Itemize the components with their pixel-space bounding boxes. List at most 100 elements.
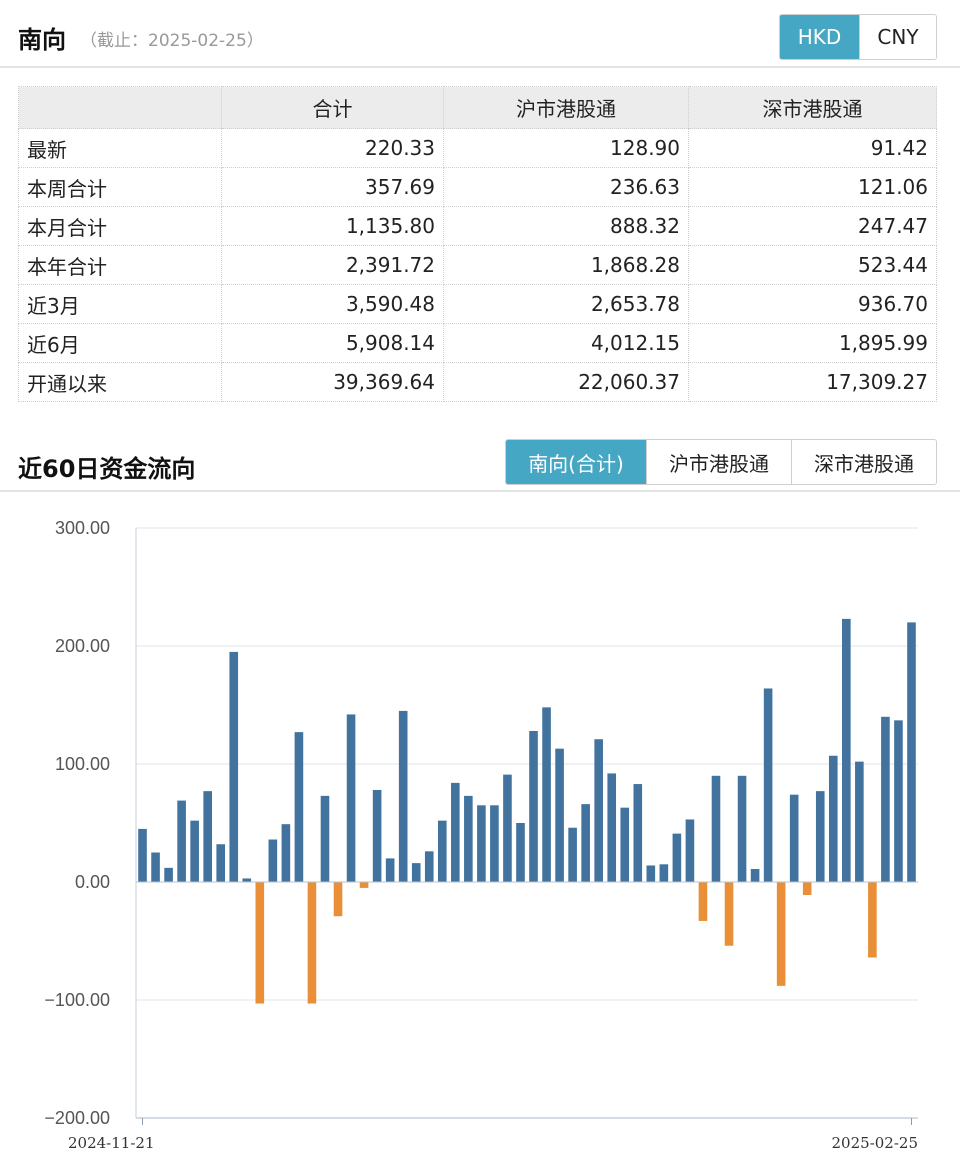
as-of-date: （截止：2025-02-25） [80,31,264,51]
row-label: 本月合计 [18,206,222,246]
y-tick-label: 100.00 [55,754,110,774]
cell-sz: 936.70 [688,284,937,324]
column-header [18,86,222,129]
market-total-button[interactable]: 南向(合计) [506,440,646,484]
market-sh-button[interactable]: 沪市港股通 [646,440,791,484]
data-bar [229,651,239,882]
y-tick-label: −100.00 [44,990,110,1010]
data-bar [138,828,147,882]
column-header: 沪市港股通 [443,86,689,129]
table-row: 最新 220.33 128.90 91.42 [18,128,937,168]
data-bar [359,882,369,888]
y-tick-label: 300.00 [55,518,110,538]
data-bar [776,882,786,986]
x-tick-label-end: 2025-02-25 [832,1134,918,1152]
cell-sh: 4,012.15 [443,323,689,363]
cell-sh: 1,868.28 [443,245,689,285]
data-bar [216,844,226,882]
cell-sh: 236.63 [443,167,689,207]
table-row: 开通以来 39,369.64 22,060.37 17,309.27 [18,362,937,402]
data-bar [503,774,512,882]
data-bar [203,791,212,882]
data-bar [763,688,773,882]
data-bar [255,882,265,1004]
row-label: 近3月 [18,284,222,324]
data-bar [907,622,916,882]
data-bar [698,882,708,921]
row-label: 本周合计 [18,167,222,207]
row-label: 近6月 [18,323,222,363]
data-bar [190,820,199,882]
cell-sz: 121.06 [688,167,937,207]
data-bar [881,716,890,882]
market-sz-button[interactable]: 深市港股通 [791,440,936,484]
page-title: 南向 [18,26,66,54]
data-bar [855,761,864,882]
data-bar [555,748,564,882]
table-row: 本年合计 2,391.72 1,868.28 523.44 [18,245,937,285]
data-bar [568,827,577,882]
cell-sz: 91.42 [688,128,937,168]
data-bar [724,882,734,946]
y-tick-label: −200.00 [44,1108,110,1128]
currency-cny-button[interactable]: CNY [859,15,936,59]
data-bar [737,775,747,882]
currency-toggle: HKD CNY [779,14,937,60]
cell-total: 220.33 [221,128,444,168]
cell-total: 2,391.72 [221,245,444,285]
data-bar [633,784,643,882]
data-bar [828,755,838,882]
data-bar [789,794,799,882]
cell-sh: 22,060.37 [443,362,689,402]
column-header: 深市港股通 [688,86,937,129]
row-label: 开通以来 [18,362,222,402]
column-header: 合计 [221,86,444,129]
table-row: 近6月 5,908.14 4,012.15 1,895.99 [18,323,937,363]
data-bar [372,789,382,882]
data-bar [177,800,186,882]
cell-total: 39,369.64 [221,362,444,402]
market-toggle: 南向(合计) 沪市港股通 深市港股通 [505,439,937,485]
cell-sh: 128.90 [443,128,689,168]
cell-total: 357.69 [221,167,444,207]
data-bar [711,775,721,882]
data-bar [385,858,395,882]
cell-sh: 2,653.78 [443,284,689,324]
cell-sz: 247.47 [688,206,937,246]
data-bar [868,882,877,958]
data-bar [333,882,343,917]
data-bar [307,882,317,1004]
section-title: 近60日资金流向 [18,455,196,483]
data-bar [477,805,486,882]
summary-table: 合计 沪市港股通 深市港股通 最新 220.33 128.90 91.42 本周… [18,86,937,402]
flow-section-header: 近60日资金流向 南向(合计) 沪市港股通 深市港股通 [0,436,960,492]
data-bar [659,864,669,882]
x-tick-label-start: 2024-11-21 [68,1134,154,1152]
data-bar [685,819,695,882]
row-label: 最新 [18,128,222,168]
data-bar [242,878,252,882]
data-bar [646,865,656,882]
cell-sh: 888.32 [443,206,689,246]
data-bar [516,823,525,882]
currency-hkd-button[interactable]: HKD [780,15,859,59]
data-bar [607,773,617,882]
data-bar [320,795,330,882]
row-label: 本年合计 [18,245,222,285]
data-bar [750,869,760,882]
data-bar [398,710,408,882]
data-bar [542,707,551,882]
y-tick-label: 200.00 [55,636,110,656]
data-bar [437,820,447,882]
cell-total: 1,135.80 [221,206,444,246]
cell-sz: 1,895.99 [688,323,937,363]
data-bar [672,833,682,882]
data-bar [464,795,473,882]
data-bar [281,824,291,882]
data-bar [620,807,630,882]
y-tick-label: 0.00 [75,872,110,892]
data-bar [346,714,356,882]
flow-bar-chart: 300.00 200.00 100.00 0.00 −100.00 −200.00 2024… [44,518,918,1152]
data-bar [529,730,538,882]
header: 南向 （截止：2025-02-25） HKD CNY [0,0,960,68]
